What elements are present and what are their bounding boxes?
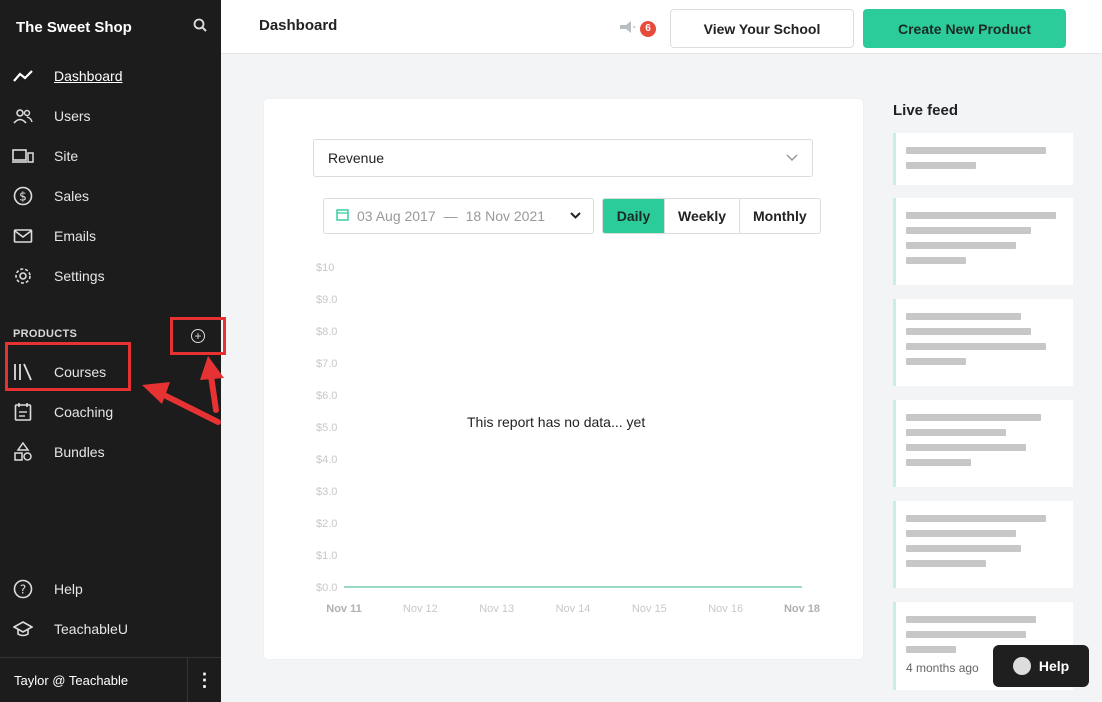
courses-highlight-box [5,342,131,391]
brand-header: The Sweet Shop [0,0,221,54]
sidebar-item-users[interactable]: Users [0,96,221,136]
y-tick-label: $4.0 [316,454,337,466]
calendar-icon [336,208,349,224]
sidebar-item-coaching[interactable]: Coaching [0,392,221,432]
megaphone-icon [618,20,636,37]
chat-icon [1012,657,1031,675]
live-feed-title: Live feed [893,102,959,119]
chevron-down-icon [570,210,581,222]
date-start: 03 Aug 2017 [357,208,436,224]
plus-circle-icon: + [191,329,205,343]
feed-item[interactable] [893,501,1073,588]
y-tick-label: $5.0 [316,422,337,434]
shapes-icon [12,441,34,463]
y-tick-label: $10 [316,262,334,274]
sidebar-item-label: Site [54,148,79,164]
notification-badge: 6 [640,20,656,37]
x-tick-label: Nov 15 [632,603,667,615]
date-separator: — [443,208,458,224]
gear-icon [12,265,34,287]
date-range-picker[interactable]: 03 Aug 2017 — 18 Nov 2021 [323,198,594,234]
x-tick-label: Nov 11 [326,603,361,615]
more-options-icon[interactable]: ⋮ [187,657,221,702]
dollar-icon: $ [12,185,34,207]
create-product-button[interactable]: Create New Product [863,9,1066,48]
y-tick-label: $0.0 [316,582,337,594]
period-toggle: Daily Weekly Monthly [602,198,821,234]
period-monthly[interactable]: Monthly [739,199,820,233]
sidebar-item-label: Coaching [54,404,114,420]
sidebar-item-label: Help [54,581,83,597]
sidebar-item-label: Dashboard [54,68,123,84]
y-tick-label: $3.0 [316,486,337,498]
svg-text:?: ? [20,583,26,597]
x-tick-label: Nov 12 [403,603,438,615]
sidebar-item-settings[interactable]: Settings [0,256,221,296]
school-name[interactable]: The Sweet Shop [16,19,132,36]
sidebar-item-label: Emails [54,228,97,244]
user-bar: Taylor @ Teachable ⋮ [0,657,221,702]
top-bar: Dashboard 6 View Your School Create New … [221,0,1102,54]
x-tick-label: Nov 13 [479,603,514,615]
sidebar-item-label: Bundles [54,444,105,460]
sidebar: The Sweet Shop Dashboard Users Site $ Sa… [0,0,226,702]
y-tick-label: $6.0 [316,390,337,402]
feed-item[interactable] [893,299,1073,386]
feed-item[interactable] [893,133,1073,185]
page-title: Dashboard [259,17,338,34]
user-name[interactable]: Taylor @ Teachable [0,673,187,688]
users-icon [12,105,34,127]
period-daily[interactable]: Daily [603,199,664,233]
feed-item[interactable] [893,400,1073,487]
announcements-button[interactable]: 6 [618,20,656,37]
products-section-label: PRODUCTS [13,328,78,340]
report-card: Revenue 03 Aug 2017 — 18 Nov 2021 Daily … [264,99,863,659]
empty-state-message: This report has no data... yet [467,414,646,430]
y-tick-label: $9.0 [316,294,337,306]
graduation-icon [12,618,34,640]
date-end: 18 Nov 2021 [465,208,546,224]
svg-text:$: $ [19,190,27,204]
devices-icon [12,145,34,167]
sidebar-item-label: Sales [54,188,90,204]
sidebar-item-teachableu[interactable]: TeachableU [0,609,221,649]
period-weekly[interactable]: Weekly [664,199,739,233]
revenue-chart: $10 $9.0 $8.0 $7.0 $6.0 $5.0 $4.0 $3.0 $2.0 $1.0 $… [316,262,820,615]
trend-icon [12,65,34,87]
search-icon[interactable] [193,18,207,37]
metric-select-value: Revenue [328,150,385,166]
feed-item[interactable] [893,198,1073,285]
sidebar-item-bundles[interactable]: Bundles [0,432,221,472]
help-widget-label: Help [1038,658,1070,674]
y-tick-label: $7.0 [316,358,337,370]
question-icon: ? [12,578,34,600]
calendar-icon [12,401,34,423]
x-tick-label: Nov 14 [556,603,591,615]
y-tick-label: $8.0 [316,326,337,338]
sidebar-item-emails[interactable]: Emails [0,216,221,256]
help-widget-button[interactable]: Help [993,645,1089,687]
y-tick-label: $1.0 [316,550,337,562]
x-tick-label: Nov 18 [784,603,820,615]
x-tick-label: Nov 16 [708,603,743,615]
sidebar-item-label: Users [54,108,91,124]
sidebar-item-site[interactable]: Site [0,136,221,176]
mail-icon [12,225,34,247]
chevron-down-icon [786,151,798,165]
add-product-button[interactable]: + [170,317,226,355]
sidebar-item-label: TeachableU [54,621,128,637]
sidebar-item-help[interactable]: ? Help [0,569,221,609]
view-school-button[interactable]: View Your School [670,9,854,48]
metric-select[interactable]: Revenue [313,139,813,177]
sidebar-item-label: Settings [54,268,105,284]
y-tick-label: $2.0 [316,518,337,530]
sidebar-item-sales[interactable]: $ Sales [0,176,221,216]
sidebar-item-dashboard[interactable]: Dashboard [0,56,221,96]
